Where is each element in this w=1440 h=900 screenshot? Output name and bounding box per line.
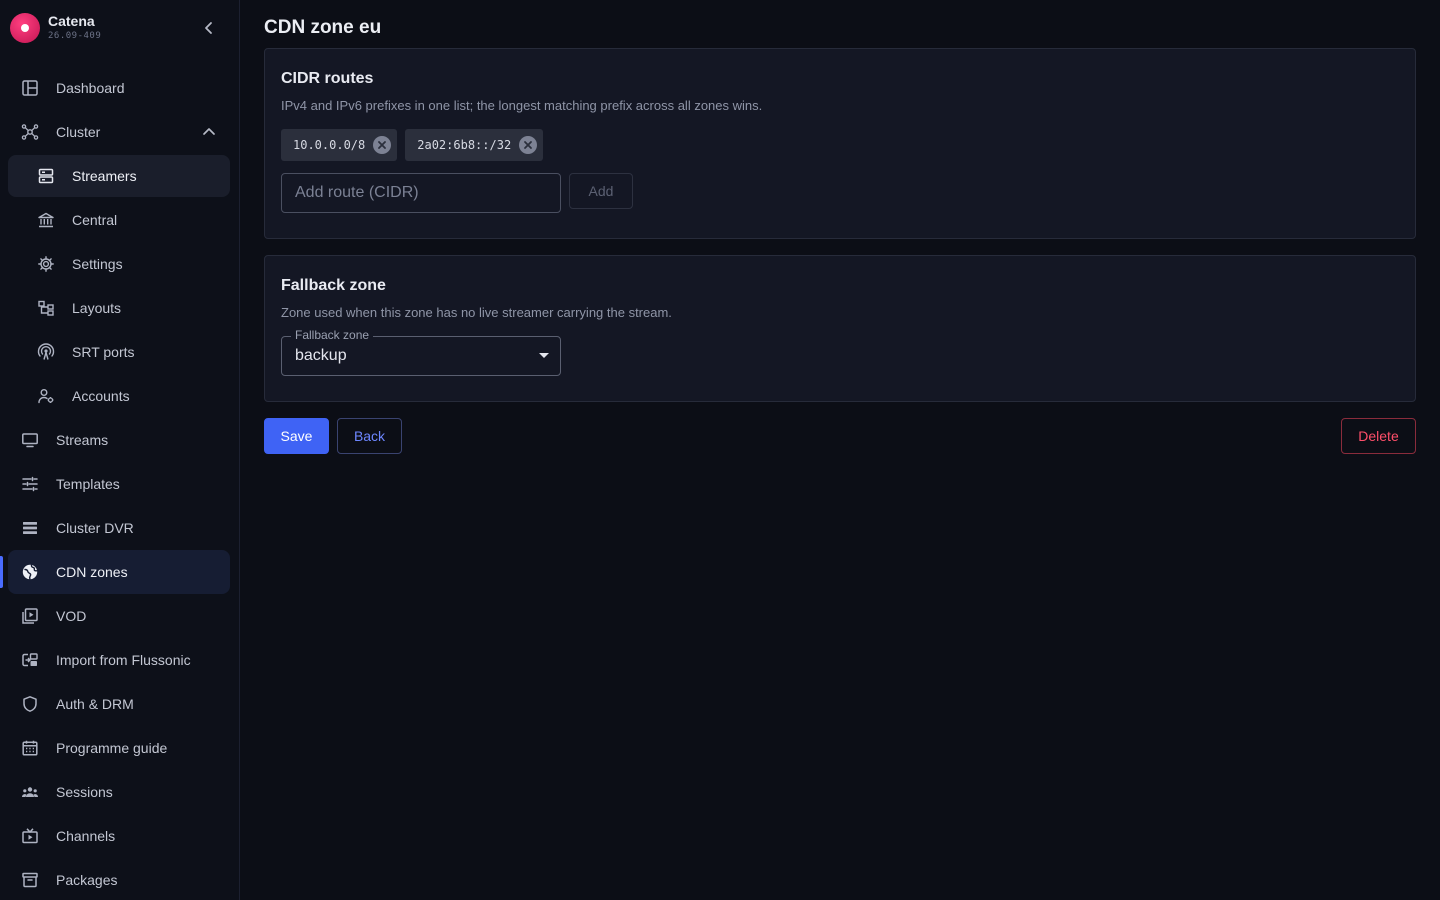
fallback-zone-selected-value: backup	[295, 347, 347, 364]
sidebar-item-label: Accounts	[72, 388, 130, 404]
sidebar-item-label: Streamers	[72, 168, 137, 184]
video-library-icon	[20, 606, 40, 626]
sidebar-item-settings[interactable]: Settings	[0, 242, 239, 286]
sidebar-item-label: CDN zones	[56, 564, 128, 580]
delete-button[interactable]: Delete	[1341, 418, 1416, 454]
sidebar-item-label: Programme guide	[56, 740, 168, 756]
sidebar-item-label: Auth & DRM	[56, 696, 134, 712]
brand-logo	[10, 13, 40, 43]
back-button[interactable]: Back	[337, 418, 402, 454]
layouts-icon	[36, 298, 56, 318]
sliders-icon	[20, 474, 40, 494]
remove-route-icon[interactable]	[373, 136, 392, 154]
monitor-icon	[20, 430, 40, 450]
srt-ports-icon	[36, 342, 56, 362]
add-route-button[interactable]: Add	[569, 173, 633, 209]
sidebar-item-dashboard[interactable]: Dashboard	[0, 66, 239, 110]
brand-header: Catena 26.09-409	[0, 0, 239, 56]
cidr-route-chip: 10.0.0.0/8	[281, 129, 398, 161]
app-root: Catena 26.09-409 Dashboard Cluster Strea…	[0, 0, 1440, 900]
brand-text: Catena 26.09-409	[48, 13, 101, 43]
sidebar-item-cluster-dvr[interactable]: Cluster DVR	[0, 506, 239, 550]
cidr-routes-title: CIDR routes	[281, 70, 374, 87]
sidebar: Catena 26.09-409 Dashboard Cluster Strea…	[0, 0, 240, 900]
sidebar-item-label: Settings	[72, 256, 123, 272]
sidebar-item-label: Templates	[56, 476, 120, 492]
sidebar-item-import-flussonic[interactable]: Import from Flussonic	[0, 638, 239, 682]
sidebar-item-label: Cluster	[56, 124, 101, 140]
globe-icon	[20, 562, 40, 582]
sidebar-item-label: SRT ports	[72, 344, 135, 360]
sidebar-item-label: Streams	[56, 432, 109, 448]
cidr-route-chips: 10.0.0.0/8 2a02:6b8::/32	[281, 129, 1399, 161]
brand-name: Catena	[48, 13, 95, 29]
sidebar-item-label: Import from Flussonic	[56, 652, 191, 668]
shield-icon	[20, 694, 40, 714]
cidr-route-chip: 2a02:6b8::/32	[405, 129, 544, 161]
sidebar-item-packages[interactable]: Packages	[0, 858, 239, 900]
sidebar-item-streamers[interactable]: Streamers	[0, 154, 239, 198]
page-title: CDN zone eu	[264, 17, 382, 38]
brand-version: 26.09-409	[48, 31, 102, 41]
cidr-routes-description: IPv4 and IPv6 prefixes in one list; the …	[281, 98, 763, 113]
add-route-row: Add	[281, 173, 1399, 213]
add-route-input[interactable]	[281, 173, 561, 213]
save-button[interactable]: Save	[264, 418, 329, 454]
sidebar-item-sessions[interactable]: Sessions	[0, 770, 239, 814]
sidebar-item-layouts[interactable]: Layouts	[0, 286, 239, 330]
sidebar-item-auth-drm[interactable]: Auth & DRM	[0, 682, 239, 726]
fallback-zone-select-box[interactable]: backup	[281, 336, 561, 376]
cluster-icon	[20, 122, 40, 142]
remove-route-icon[interactable]	[519, 136, 538, 154]
dashboard-icon	[20, 78, 40, 98]
chevron-left-icon	[205, 22, 212, 34]
sidebar-item-channels[interactable]: Channels	[0, 814, 239, 858]
central-icon	[36, 210, 56, 230]
cidr-route-value: 10.0.0.0/8	[293, 138, 366, 152]
archive-icon	[20, 870, 40, 890]
gear-icon	[36, 254, 56, 274]
sidebar-item-cdn-zones[interactable]: CDN zones	[0, 550, 239, 594]
calendar-icon	[20, 738, 40, 758]
import-icon	[20, 650, 40, 670]
main-content: CDN zone eu CIDR routes IPv4 and IPv6 pr…	[240, 0, 1440, 900]
sidebar-item-label: Packages	[56, 872, 118, 888]
sidebar-item-label: Layouts	[72, 300, 122, 316]
chevron-up-icon	[203, 128, 215, 135]
fallback-zone-card: Fallback zone Zone used when this zone h…	[264, 255, 1416, 402]
sidebar-item-label: Channels	[56, 828, 116, 844]
sidebar-item-programme-guide[interactable]: Programme guide	[0, 726, 239, 770]
fallback-zone-field-label: Fallback zone	[291, 329, 374, 342]
sidebar-item-streams[interactable]: Streams	[0, 418, 239, 462]
sidebar-item-templates[interactable]: Templates	[0, 462, 239, 506]
sidebar-item-label: Sessions	[56, 784, 113, 800]
collapse-sidebar-button[interactable]	[199, 18, 219, 38]
sidebar-item-central[interactable]: Central	[0, 198, 239, 242]
sidebar-item-label: VOD	[56, 608, 87, 624]
accounts-icon	[36, 386, 56, 406]
cidr-route-value: 2a02:6b8::/32	[417, 138, 512, 152]
sidebar-item-vod[interactable]: VOD	[0, 594, 239, 638]
form-actions: Save Back Delete	[264, 418, 1416, 454]
fallback-zone-select[interactable]: backup Fallback zone	[281, 329, 561, 376]
people-icon	[20, 782, 40, 802]
sidebar-item-cluster[interactable]: Cluster	[0, 110, 239, 154]
sidebar-item-label: Central	[72, 212, 118, 228]
sidebar-item-accounts[interactable]: Accounts	[0, 374, 239, 418]
sidebar-item-label: Dashboard	[56, 80, 125, 96]
sidebar-item-srt-ports[interactable]: SRT ports	[0, 330, 239, 374]
list-storage-icon	[20, 518, 40, 538]
fallback-zone-description: Zone used when this zone has no live str…	[281, 305, 672, 320]
sidebar-nav: Dashboard Cluster Streamers Central Sett…	[0, 66, 239, 900]
dropdown-arrow-icon	[539, 353, 549, 358]
cidr-routes-card: CIDR routes IPv4 and IPv6 prefixes in on…	[264, 48, 1416, 239]
tv-icon	[20, 826, 40, 846]
fallback-zone-title: Fallback zone	[281, 277, 386, 294]
streamers-icon	[36, 166, 56, 186]
sidebar-item-label: Cluster DVR	[56, 520, 134, 536]
